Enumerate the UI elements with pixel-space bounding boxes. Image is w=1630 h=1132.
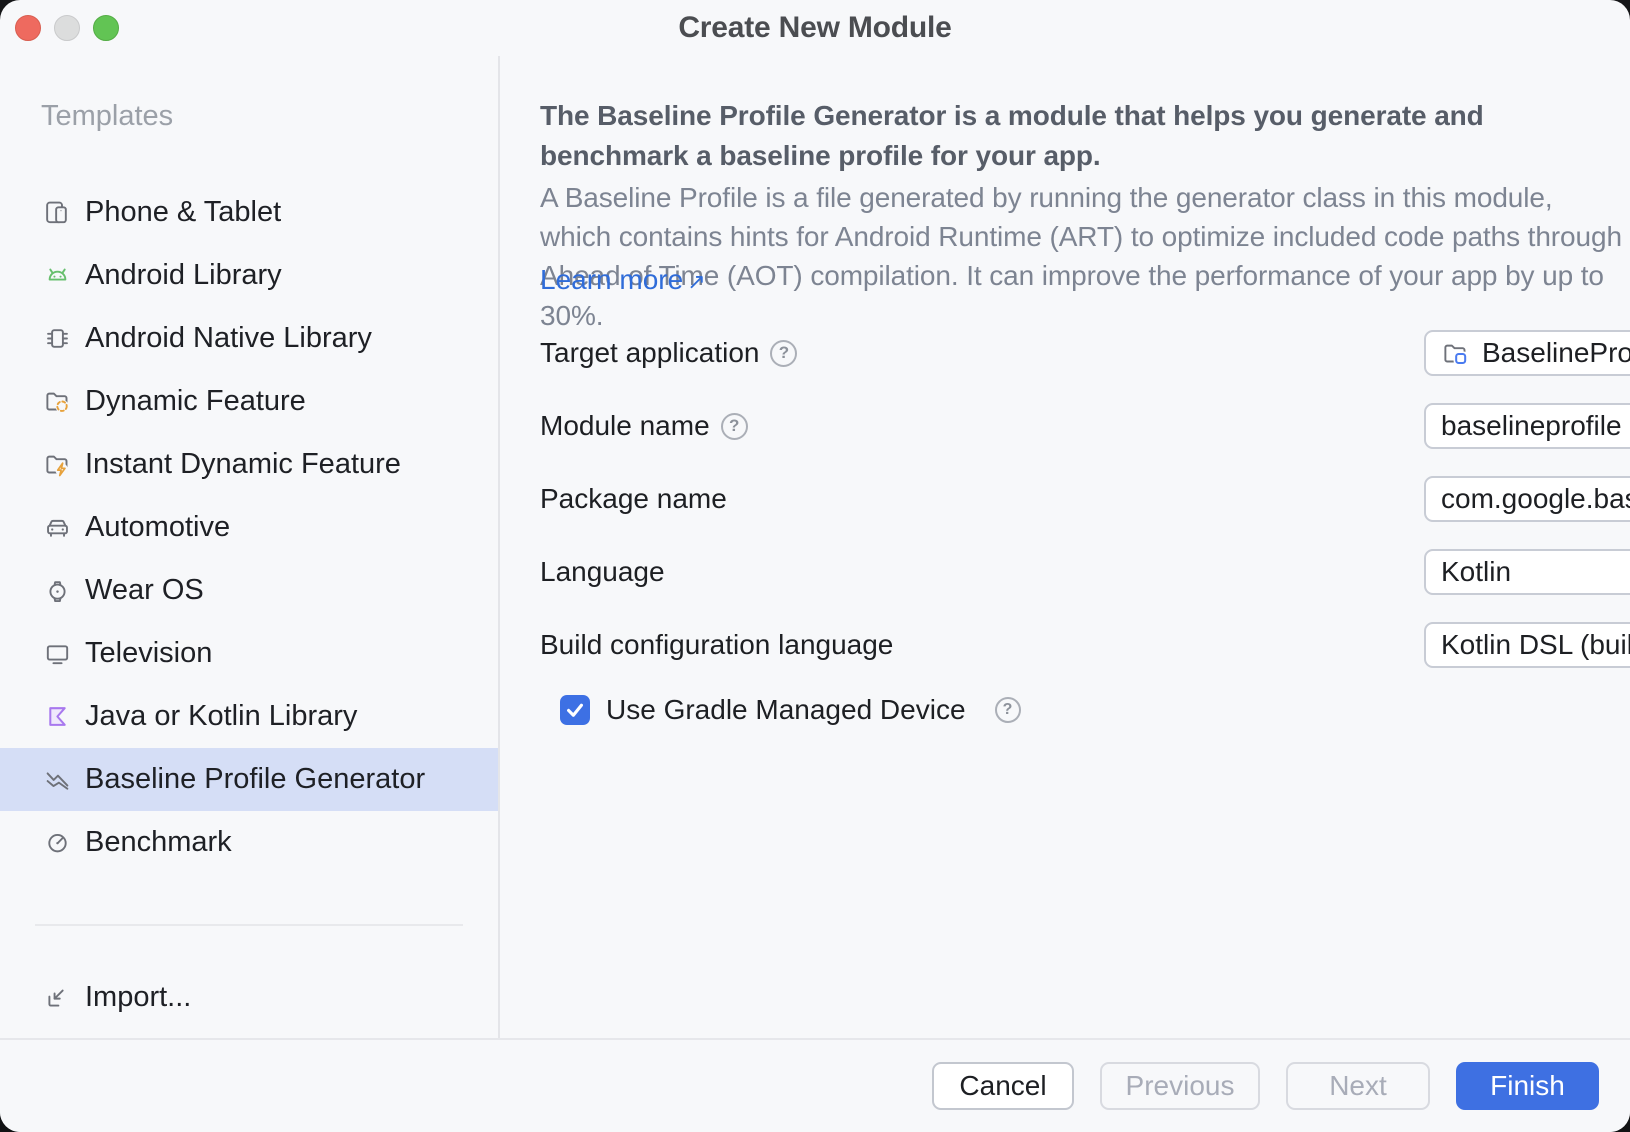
templates-section-label: Templates: [41, 100, 173, 133]
help-icon[interactable]: ?: [770, 340, 797, 367]
sidebar-item-baseline-profile-generator[interactable]: Baseline Profile Generator: [0, 748, 498, 811]
build-config-language-row: Build configuration language Kotlin DSL …: [540, 622, 1600, 668]
previous-button[interactable]: Previous: [1100, 1062, 1260, 1110]
television-icon: [44, 640, 71, 667]
title-bar: Create New Module: [0, 0, 1630, 56]
sidebar-item-label: Android Native Library: [85, 322, 372, 355]
sidebar-item-television[interactable]: Television: [0, 622, 498, 685]
wear-os-icon: [44, 577, 71, 604]
create-new-module-dialog: Create New Module Templates Phone & Tabl…: [0, 0, 1630, 1132]
sidebar-item-label: Baseline Profile Generator: [85, 763, 425, 796]
sidebar-item-label: Television: [85, 637, 212, 670]
checkmark-icon: [564, 699, 586, 721]
sidebar-item-label: Wear OS: [85, 574, 204, 607]
checkbox-label: Use Gradle Managed Device: [606, 694, 966, 726]
use-gradle-managed-device-checkbox[interactable]: [560, 695, 590, 725]
sidebar-item-label: Instant Dynamic Feature: [85, 448, 401, 481]
field-label: Package name: [540, 483, 727, 515]
sidebar-item-label: Phone & Tablet: [85, 196, 281, 229]
sidebar-item-import[interactable]: Import...: [0, 966, 498, 1029]
sidebar-item-phone-tablet[interactable]: Phone & Tablet: [0, 181, 498, 244]
instant-dynamic-feature-icon: [44, 451, 71, 478]
android-native-library-icon: [44, 325, 71, 352]
kotlin-library-icon: [44, 703, 71, 730]
module-config-panel: The Baseline Profile Generator is a modu…: [502, 56, 1630, 1038]
target-application-value: BaselineProfilesCodelab.app: [1482, 337, 1630, 369]
sidebar-item-label: Automotive: [85, 511, 230, 544]
module-folder-icon: [1441, 340, 1470, 367]
module-name-label-group: Module name ?: [540, 403, 748, 449]
phone-tablet-icon: [44, 199, 71, 226]
sidebar-item-android-native-library[interactable]: Android Native Library: [0, 307, 498, 370]
template-list: Phone & Tablet Android Library: [0, 181, 498, 874]
module-intro-text: The Baseline Profile Generator is a modu…: [540, 96, 1590, 176]
cancel-button[interactable]: Cancel: [932, 1062, 1074, 1110]
zoom-button[interactable]: [93, 15, 119, 41]
language-value: Kotlin: [1441, 556, 1511, 588]
sidebar-item-dynamic-feature[interactable]: Dynamic Feature: [0, 370, 498, 433]
gradle-managed-device-row: Use Gradle Managed Device ?: [560, 694, 1021, 726]
finish-button[interactable]: Finish: [1456, 1062, 1599, 1110]
build-config-language-dropdown[interactable]: Kotlin DSL (build.gradle.kts) [Recommend…: [1424, 622, 1630, 668]
window-controls: [15, 15, 119, 41]
learn-more-label: Learn more: [540, 264, 683, 295]
sidebar-item-label: Dynamic Feature: [85, 385, 306, 418]
sidebar-divider: [35, 924, 463, 926]
field-label: Module name: [540, 410, 710, 442]
target-application-row: Target application ? BaselineProfilesCod…: [540, 330, 1600, 376]
build-config-language-value: Kotlin DSL (build.gradle.kts) [Recommend…: [1441, 629, 1630, 661]
package-name-label-group: Package name: [540, 476, 727, 522]
import-icon: [44, 984, 71, 1011]
help-icon[interactable]: ?: [721, 413, 748, 440]
automotive-icon: [44, 514, 71, 541]
sidebar-item-automotive[interactable]: Automotive: [0, 496, 498, 559]
sidebar-item-wear-os[interactable]: Wear OS: [0, 559, 498, 622]
language-dropdown[interactable]: Kotlin: [1424, 549, 1630, 595]
dialog-title: Create New Module: [0, 0, 1630, 56]
minimize-button[interactable]: [54, 15, 80, 41]
sidebar-item-instant-dynamic-feature[interactable]: Instant Dynamic Feature: [0, 433, 498, 496]
dynamic-feature-icon: [44, 388, 71, 415]
module-name-input[interactable]: [1441, 410, 1630, 442]
language-row: Language Kotlin: [540, 549, 1600, 595]
field-label: Target application: [540, 337, 759, 369]
baseline-profile-icon: [44, 766, 71, 793]
sidebar-item-label: Java or Kotlin Library: [85, 700, 357, 733]
help-icon[interactable]: ?: [995, 697, 1021, 723]
android-library-icon: [44, 262, 71, 289]
sidebar-item-label: Import...: [85, 981, 191, 1014]
benchmark-icon: [44, 829, 71, 856]
target-application-dropdown[interactable]: BaselineProfilesCodelab.app: [1424, 330, 1630, 376]
package-name-input[interactable]: [1441, 483, 1630, 515]
sidebar-item-benchmark[interactable]: Benchmark: [0, 811, 498, 874]
sidebar-item-label: Android Library: [85, 259, 282, 292]
templates-sidebar: Templates Phone & Tablet Androi: [0, 56, 500, 1038]
field-label: Language: [540, 556, 665, 588]
external-link-icon: ↗: [687, 269, 705, 294]
module-name-field-wrap: [1424, 403, 1630, 449]
next-button[interactable]: Next: [1286, 1062, 1430, 1110]
build-config-label-group: Build configuration language: [540, 622, 893, 668]
close-button[interactable]: [15, 15, 41, 41]
dialog-footer: Cancel Previous Next Finish: [0, 1038, 1630, 1132]
language-label-group: Language: [540, 549, 665, 595]
sidebar-item-android-library[interactable]: Android Library: [0, 244, 498, 307]
package-name-field-wrap: [1424, 476, 1630, 522]
sidebar-item-label: Benchmark: [85, 826, 232, 859]
module-name-row: Module name ?: [540, 403, 1600, 449]
learn-more-link[interactable]: Learn more↗: [540, 264, 706, 296]
field-label: Build configuration language: [540, 629, 893, 661]
target-application-label-group: Target application ?: [540, 330, 797, 376]
sidebar-item-java-kotlin-library[interactable]: Java or Kotlin Library: [0, 685, 498, 748]
package-name-row: Package name: [540, 476, 1600, 522]
module-description-text: A Baseline Profile is a file generated b…: [540, 178, 1625, 335]
